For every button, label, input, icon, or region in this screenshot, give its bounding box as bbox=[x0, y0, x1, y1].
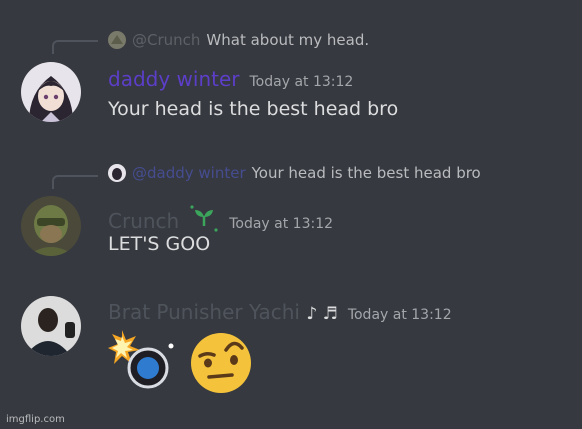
username-suffix: ♪ ♬ bbox=[306, 304, 338, 324]
avatar[interactable] bbox=[21, 296, 81, 356]
timestamp[interactable]: Today at 13:12 bbox=[348, 307, 452, 323]
person-avatar-icon bbox=[21, 296, 81, 356]
message-3: Brat Punisher Yachi ♪ ♬ Today at 13:12 bbox=[0, 0, 582, 429]
raised-eyebrow-emoji[interactable] bbox=[188, 330, 254, 396]
collision-ball-emoji[interactable] bbox=[108, 330, 174, 392]
message-header: Brat Punisher Yachi ♪ ♬ Today at 13:12 bbox=[108, 300, 452, 324]
username-text: Brat Punisher Yachi bbox=[108, 300, 300, 324]
emoji-row bbox=[108, 330, 254, 396]
username[interactable]: Brat Punisher Yachi ♪ ♬ bbox=[108, 300, 338, 324]
watermark: imgflip.com bbox=[6, 414, 65, 425]
